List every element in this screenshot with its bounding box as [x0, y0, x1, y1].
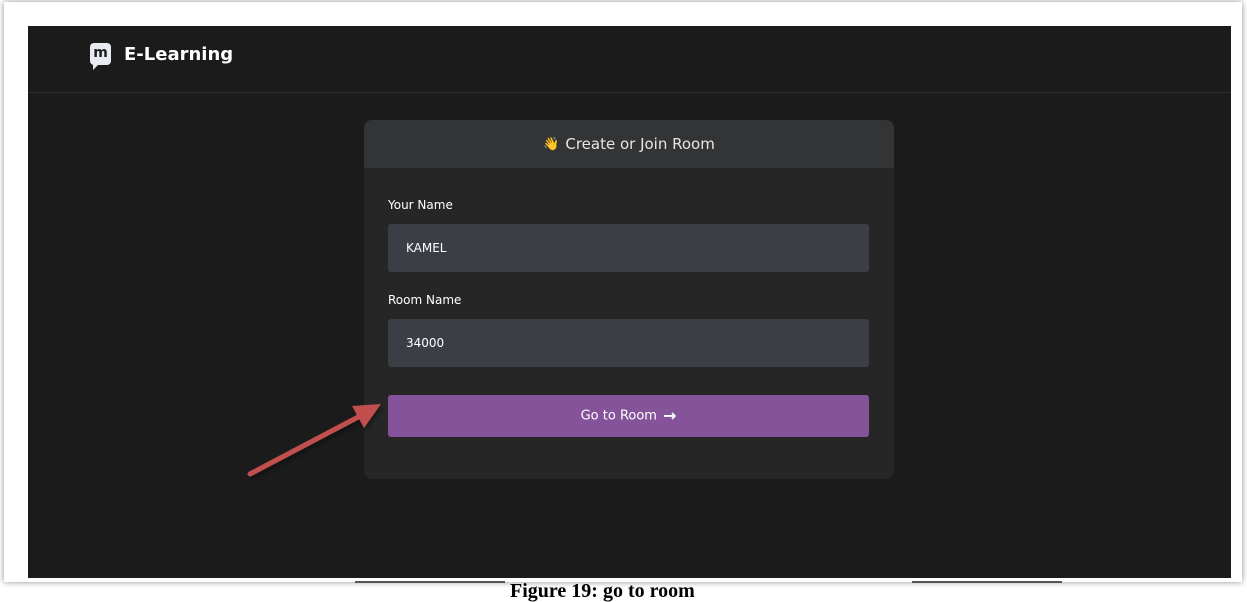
figure-caption: Figure 19: go to room	[510, 580, 695, 602]
room-name-input[interactable]	[388, 319, 869, 367]
card-header: 👋 Create or Join Room	[364, 120, 894, 168]
app-title[interactable]: E-Learning	[124, 44, 233, 66]
your-name-input[interactable]	[388, 224, 869, 272]
go-to-room-button[interactable]: Go to Room →	[388, 395, 869, 437]
room-name-label: Room Name	[388, 293, 462, 307]
logo-icon[interactable]: m	[90, 43, 111, 70]
app-window: m E-Learning 👋 Create or Join Room Your N…	[28, 26, 1231, 578]
waving-hand-icon: 👋	[543, 136, 560, 152]
screenshot-frame: m E-Learning 👋 Create or Join Room Your N…	[4, 2, 1242, 582]
room-form-card: 👋 Create or Join Room Your Name Room Name…	[364, 120, 894, 479]
your-name-label: Your Name	[388, 198, 453, 212]
go-to-room-label: Go to Room	[580, 408, 657, 424]
card-header-title: Create or Join Room	[565, 135, 715, 153]
caption-divider-left	[355, 581, 505, 583]
caption-divider-right	[912, 581, 1062, 583]
top-navbar: m E-Learning	[28, 26, 1231, 93]
arrow-right-icon: →	[662, 406, 677, 425]
